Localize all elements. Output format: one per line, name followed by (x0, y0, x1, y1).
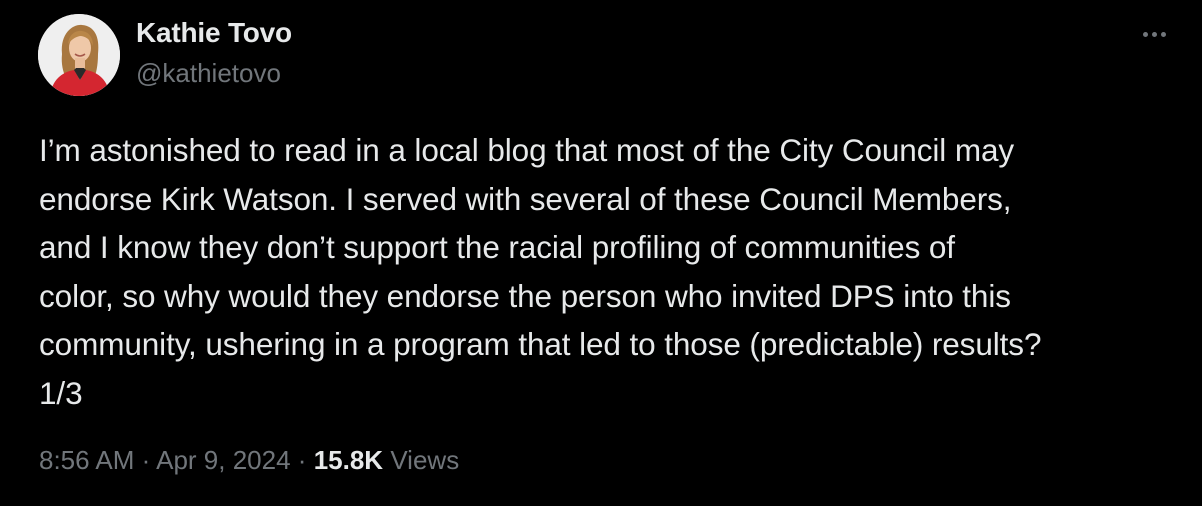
more-horizontal-icon (1142, 31, 1148, 37)
author-avatar[interactable] (38, 14, 120, 96)
tweet-text: I’m astonished to read in a local blog t… (39, 132, 1042, 411)
tweet-date[interactable]: Apr 9, 2024 (156, 445, 290, 475)
tweet-time[interactable]: 8:56 AM (39, 445, 134, 475)
avatar-image (38, 14, 120, 96)
more-options-button[interactable] (1132, 22, 1176, 46)
tweet-metadata: 8:56 AM · Apr 9, 2024 · 15.8K Views (39, 445, 459, 476)
author-display-name[interactable]: Kathie Tovo (136, 17, 292, 49)
meta-separator: · (141, 445, 151, 475)
views-count: 15.8K (313, 445, 384, 475)
meta-separator: · (297, 445, 307, 475)
tweet-card: Kathie Tovo @kathietovo I’m astonished t… (0, 0, 1202, 506)
author-handle[interactable]: @kathietovo (136, 58, 281, 89)
views-label: Views (390, 445, 460, 475)
